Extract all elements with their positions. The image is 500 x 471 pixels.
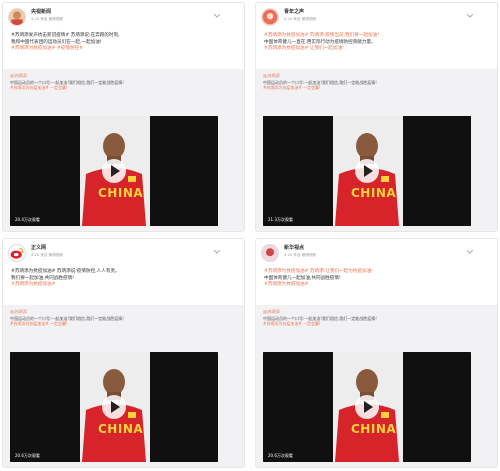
weibo-logo-icon[interactable] [8, 244, 26, 262]
play-icon[interactable] [355, 395, 379, 419]
quoted-hashtag-line[interactable]: #苏炳添为抗疫加油# 一定会赢! [10, 85, 238, 90]
quoted-username[interactable]: @苏炳添 [263, 73, 280, 79]
quoted-username[interactable]: @苏炳添 [10, 309, 27, 315]
play-icon[interactable] [102, 395, 126, 419]
post-meta: 4-20 来自 微博视频 [284, 17, 317, 21]
quoted-text: 中国运动员的一个口号:一起加油!我们相信,我们一定能战胜疫情! #苏炳添为抗疫加… [263, 80, 491, 91]
post-text: #苏炳添为抗疫加油# 苏炳添说:疫情防控,人人有责。 我们要一起加油,共同战胜疫… [11, 269, 237, 289]
quoted-hashtag-line[interactable]: #苏炳添为抗疫加油# 一定会赢! [263, 321, 491, 326]
post-text: #苏炳添为抗疫加油# 苏炳添:让我们一起为抗疫加油! 中国体育健儿一起加油,共同… [264, 269, 490, 289]
post-meta: 4-20 来自 微博视频 [31, 253, 64, 257]
username[interactable]: 新华视点 [284, 244, 304, 251]
quoted-text: 中国运动员的一个口号:一起加油!我们相信,我们一定能战胜疫情! #苏炳添为抗疫加… [263, 316, 491, 327]
post-meta: 4-20 来自 微博视频 [31, 17, 64, 21]
post-meta: 4-20 来自 微博视频 [284, 253, 317, 257]
post-line[interactable]: #苏炳添为抗疫加油# 苏炳添:让我们一起为抗疫加油! [264, 269, 490, 276]
jersey-lettering: CHINA [98, 186, 144, 200]
chevron-down-icon[interactable] [214, 250, 220, 254]
avatar[interactable] [8, 8, 26, 26]
quoted-text: 中国运动员的一个口号:一起加油!我们相信,我们一定能战胜疫情! #苏炳添为抗疫加… [10, 316, 238, 327]
view-count: 20.6万次观看 [268, 453, 293, 458]
avatar[interactable] [261, 244, 279, 262]
jersey-lettering: CHINA [351, 422, 397, 436]
video-player[interactable]: CHINA 20.6万次观看 [263, 352, 471, 462]
card-header: 央视新闻 4-20 来自 微博视频 [8, 8, 228, 28]
play-icon[interactable] [355, 159, 379, 183]
post-line: #苏炳添发声抗击新冠疫情# 苏炳添说:在奔跑的时刻, [11, 33, 120, 38]
jersey-lettering: CHINA [351, 186, 397, 200]
username[interactable]: 正义网 [31, 244, 46, 251]
quoted-post: @苏炳添 中国运动员的一个口号:一起加油!我们相信,我们一定能战胜疫情! #苏炳… [256, 69, 497, 231]
post-hashtag-line[interactable]: #苏炳添为抗疫加油# #疫情防控# [11, 46, 237, 53]
quoted-username[interactable]: @苏炳添 [10, 73, 27, 79]
post-hashtag-line[interactable]: #苏炳添为抗疫加油# [11, 282, 237, 289]
view-count: 20.6万次观看 [15, 453, 40, 458]
card-header: 青年之声 4-20 来自 微博视频 [261, 8, 481, 28]
chevron-down-icon[interactable] [467, 14, 473, 18]
view-count: 21.3万次观看 [268, 217, 293, 222]
post-text: #苏炳添为抗疫加油# 苏炳添:疫情当前,我们要一起加油! 中国体育健儿一直在,用… [264, 33, 490, 53]
quoted-hashtag-line[interactable]: #苏炳添为抗疫加油# 一定会赢! [10, 321, 238, 326]
video-player[interactable]: CHINA 20.6万次观看 [10, 352, 218, 462]
post-line[interactable]: #苏炳添为抗疫加油# 苏炳添:疫情当前,我们要一起加油! [264, 33, 490, 40]
quoted-hashtag-line[interactable]: #苏炳添为抗疫加油# 一定会赢! [263, 85, 491, 90]
post-hashtag-line[interactable]: #苏炳添为抗疫加油# [264, 282, 490, 289]
chevron-down-icon[interactable] [214, 14, 220, 18]
video-player[interactable]: CHINA 20.4万次观看 [10, 116, 218, 226]
quoted-username[interactable]: @苏炳添 [263, 309, 280, 315]
chevron-down-icon[interactable] [467, 250, 473, 254]
jersey-lettering: CHINA [98, 422, 144, 436]
play-icon[interactable] [102, 159, 126, 183]
username[interactable]: 青年之声 [284, 8, 304, 15]
video-player[interactable]: CHINA 21.3万次观看 [263, 116, 471, 226]
post-line: #苏炳添为抗疫加油# 苏炳添说:疫情防控,人人有责。 [11, 269, 120, 274]
card-header: 正义网 4-20 来自 微博视频 [8, 244, 228, 264]
weibo-card: 正义网 4-20 来自 微博视频 #苏炳添为抗疫加油# 苏炳添说:疫情防控,人人… [2, 238, 245, 468]
quoted-post: @苏炳添 中国运动员的一个口号:一起加油!我们相信,我们一定能战胜疫情! #苏炳… [3, 305, 244, 467]
view-count: 20.4万次观看 [15, 217, 40, 222]
avatar[interactable] [261, 8, 279, 26]
post-text: #苏炳添发声抗击新冠疫情# 苏炳添说:在奔跑的时刻, 我和中国代表团的运动员们在… [11, 33, 237, 53]
post-hashtag-line[interactable]: #苏炳添为抗疫加油# 让我们一起加油! [264, 46, 490, 53]
weibo-card: 央视新闻 4-20 来自 微博视频 #苏炳添发声抗击新冠疫情# 苏炳添说:在奔跑… [2, 2, 245, 232]
weibo-card: 青年之声 4-20 来自 微博视频 #苏炳添为抗疫加油# 苏炳添:疫情当前,我们… [255, 2, 498, 232]
username[interactable]: 央视新闻 [31, 8, 51, 15]
card-header: 新华视点 4-20 来自 微博视频 [261, 244, 481, 264]
quoted-post: @苏炳添 中国运动员的一个口号:一起加油!我们相信,我们一定能战胜疫情! #苏炳… [256, 305, 497, 467]
quoted-text: 中国运动员的一个口号:一起加油!我们相信,我们一定能战胜疫情! #苏炳添为抗疫加… [10, 80, 238, 91]
quoted-post: @苏炳添 中国运动员的一个口号:一起加油!我们相信,我们一定能战胜疫情! #苏炳… [3, 69, 244, 231]
weibo-card: 新华视点 4-20 来自 微博视频 #苏炳添为抗疫加油# 苏炳添:让我们一起为抗… [255, 238, 498, 468]
